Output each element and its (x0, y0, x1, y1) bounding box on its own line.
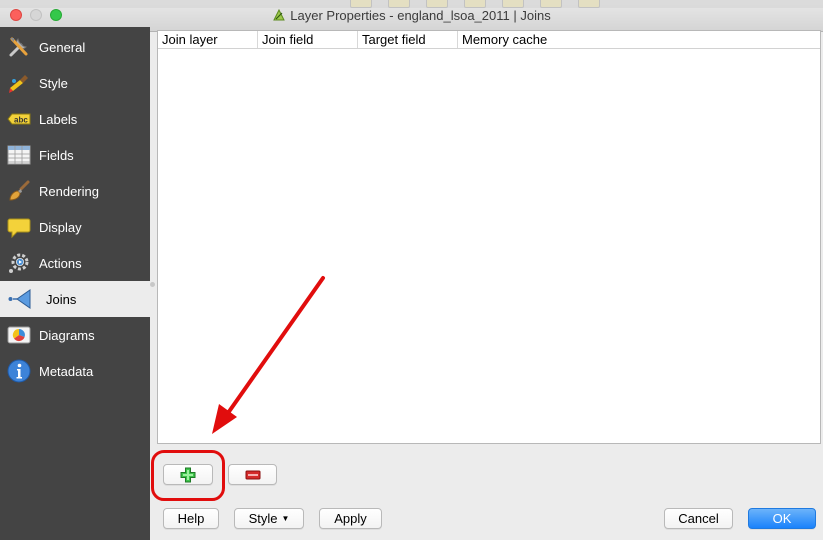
sidebar-item-display[interactable]: Display (0, 209, 150, 245)
sidebar-item-label: Metadata (39, 363, 94, 379)
sidebar: General Style abc Labels Fields Renderin… (0, 27, 150, 540)
sidebar-item-joins[interactable]: Joins (0, 281, 150, 317)
sidebar-item-general[interactable]: General (0, 29, 150, 65)
style-menu-button[interactable]: Style ▼ (234, 508, 304, 529)
display-icon (7, 218, 31, 239)
qgis-layer-icon (273, 8, 286, 21)
chevron-down-icon: ▼ (281, 514, 290, 523)
sidebar-item-diagrams[interactable]: Diagrams (0, 317, 150, 353)
cancel-button[interactable]: Cancel (664, 508, 733, 529)
joins-table[interactable]: Join layer Join field Target field Memor… (157, 30, 821, 444)
sidebar-item-label: Joins (46, 291, 77, 307)
annotation-highlight-circle (151, 450, 225, 501)
style-icon (9, 75, 28, 93)
column-header-join-layer[interactable]: Join layer (158, 31, 258, 48)
rendering-icon (9, 180, 30, 201)
column-header-join-field[interactable]: Join field (258, 31, 358, 48)
column-header-target-field[interactable]: Target field (358, 31, 458, 48)
window-title: Layer Properties - england_lsoa_2011 | J… (290, 8, 551, 23)
sidebar-item-labels[interactable]: abc Labels (0, 101, 150, 137)
fields-icon (7, 145, 31, 165)
sidebar-item-fields[interactable]: Fields (0, 137, 150, 173)
ok-button[interactable]: OK (748, 508, 816, 529)
diagrams-icon (7, 326, 31, 344)
background-toolbar-icon (426, 0, 448, 8)
svg-text:abc: abc (14, 116, 28, 125)
background-toolbar-icon (464, 0, 486, 8)
sidebar-item-label: Diagrams (39, 327, 95, 343)
sidebar-item-label: Display (39, 219, 82, 235)
background-toolbar-icon (540, 0, 562, 8)
actions-icon (9, 253, 29, 273)
background-toolbar-strip (0, 0, 823, 8)
splitter-handle[interactable] (150, 282, 155, 287)
background-toolbar-icon (578, 0, 600, 8)
sidebar-item-label: Fields (39, 147, 74, 163)
background-toolbar-icon (350, 0, 372, 8)
remove-join-button[interactable] (228, 464, 277, 485)
background-toolbar-icon (388, 0, 410, 8)
remove-join-icon (245, 470, 260, 479)
sidebar-item-actions[interactable]: Actions (0, 245, 150, 281)
style-menu-label: Style (248, 511, 278, 526)
sidebar-item-rendering[interactable]: Rendering (0, 173, 150, 209)
table-header: Join layer Join field Target field Memor… (158, 31, 820, 49)
joins-icon (8, 289, 31, 309)
metadata-icon (7, 359, 31, 383)
help-button[interactable]: Help (163, 508, 219, 529)
background-toolbar-icon (502, 0, 524, 8)
sidebar-item-label: Rendering (39, 183, 99, 199)
apply-button[interactable]: Apply (319, 508, 382, 529)
sidebar-item-metadata[interactable]: Metadata (0, 353, 150, 389)
sidebar-item-label: General (39, 39, 86, 55)
window-title-container: Layer Properties - england_lsoa_2011 | J… (0, 8, 823, 23)
general-icon (9, 37, 28, 57)
sidebar-item-style[interactable]: Style (0, 65, 150, 101)
sidebar-item-label: Labels (39, 111, 78, 127)
column-header-memory-cache[interactable]: Memory cache (458, 31, 820, 48)
labels-icon: abc (7, 113, 31, 125)
sidebar-item-label: Actions (39, 255, 82, 271)
sidebar-item-label: Style (39, 75, 68, 91)
